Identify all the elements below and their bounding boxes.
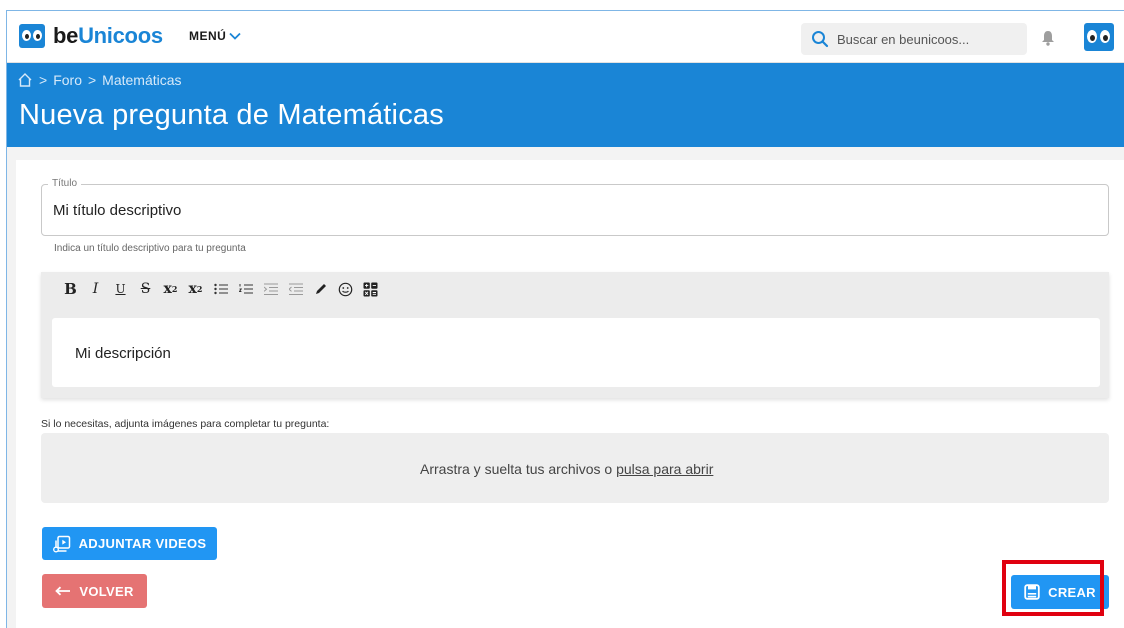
superscript-icon[interactable]: x2 bbox=[158, 278, 183, 300]
search-icon bbox=[812, 31, 829, 48]
notifications-bell-icon[interactable] bbox=[1041, 30, 1055, 51]
numbered-list-icon[interactable] bbox=[233, 278, 258, 300]
logo[interactable]: beUnicoos bbox=[19, 23, 163, 49]
search-box[interactable] bbox=[801, 23, 1027, 55]
bullet-list-icon[interactable] bbox=[208, 278, 233, 300]
page-banner: > Foro > Matemáticas Nueva pregunta de M… bbox=[7, 63, 1124, 147]
indent-icon[interactable] bbox=[258, 278, 283, 300]
arrow-left-icon bbox=[55, 586, 71, 596]
dropzone-text: Arrastra y suelta tus archivos o pulsa p… bbox=[420, 461, 714, 477]
avatar[interactable] bbox=[1084, 23, 1114, 51]
editor-text[interactable]: Mi descripción bbox=[75, 345, 171, 362]
breadcrumb-separator: > bbox=[39, 72, 48, 88]
emoji-icon[interactable] bbox=[333, 278, 358, 300]
editor-content[interactable] bbox=[52, 318, 1100, 387]
italic-icon[interactable]: I bbox=[83, 278, 108, 300]
title-field[interactable] bbox=[41, 184, 1109, 236]
attach-images-label: Si lo necesitas, adjunta imágenes para c… bbox=[41, 418, 330, 430]
title-input[interactable]: Mi título descriptivo bbox=[53, 202, 181, 219]
strikethrough-icon[interactable]: S bbox=[133, 278, 158, 300]
menu-button[interactable]: MENÚ bbox=[189, 29, 241, 43]
back-button[interactable]: VOLVER bbox=[42, 574, 147, 608]
dropzone-open-link[interactable]: pulsa para abrir bbox=[616, 461, 713, 477]
logo-text: beUnicoos bbox=[53, 23, 163, 48]
menu-label: MENÚ bbox=[189, 29, 227, 43]
attach-videos-button[interactable]: ADJUNTAR VIDEOS bbox=[42, 527, 217, 560]
outdent-icon[interactable] bbox=[283, 278, 308, 300]
breadcrumb-separator: > bbox=[87, 72, 97, 88]
logo-icon bbox=[19, 24, 45, 48]
bold-icon[interactable]: B bbox=[58, 278, 83, 300]
breadcrumb: > Foro > Matemáticas bbox=[17, 72, 182, 88]
editor-toolbar: B I U S x2 x2 bbox=[58, 277, 383, 301]
highlight-box bbox=[1002, 560, 1104, 616]
page-title: Nueva pregunta de Matemáticas bbox=[19, 99, 444, 131]
chevron-down-icon bbox=[229, 32, 241, 40]
subscript-icon[interactable]: x2 bbox=[183, 278, 208, 300]
breadcrumb-matematicas[interactable]: Matemáticas bbox=[102, 72, 181, 88]
title-field-label: Título bbox=[48, 178, 82, 189]
pen-icon[interactable] bbox=[308, 278, 333, 300]
underline-icon[interactable]: U bbox=[108, 278, 133, 300]
attach-videos-label: ADJUNTAR VIDEOS bbox=[78, 536, 207, 551]
top-navbar: beUnicoos MENÚ bbox=[7, 11, 1124, 63]
video-attach-icon bbox=[52, 535, 70, 552]
search-input[interactable] bbox=[837, 31, 1017, 47]
breadcrumb-foro[interactable]: Foro bbox=[53, 72, 82, 88]
formula-icon[interactable] bbox=[358, 278, 383, 300]
title-help-text: Indica un título descriptivo para tu pre… bbox=[54, 243, 246, 254]
back-label: VOLVER bbox=[79, 583, 134, 599]
home-icon[interactable] bbox=[17, 72, 33, 88]
